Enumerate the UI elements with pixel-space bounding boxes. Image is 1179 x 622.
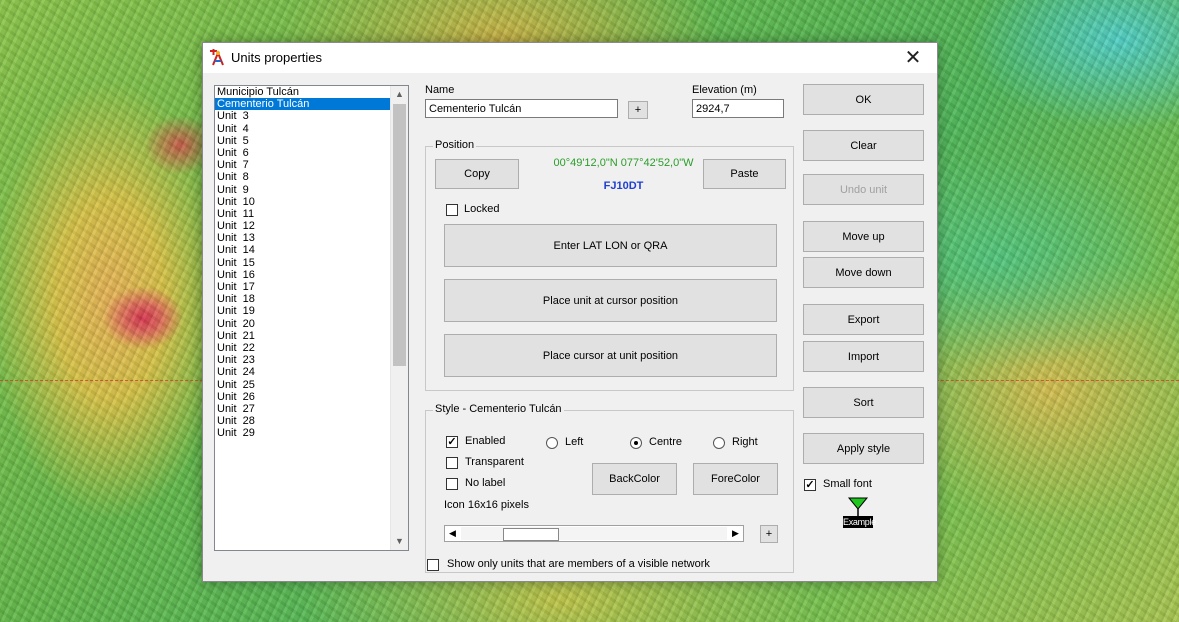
list-item[interactable]: Unit 15	[215, 257, 390, 269]
locked-label: Locked	[464, 203, 500, 215]
list-item[interactable]: Unit 26	[215, 391, 390, 403]
align-centre-radio[interactable]	[630, 437, 642, 449]
scroll-thumb[interactable]	[393, 104, 406, 366]
scroll-down-icon[interactable]: ▼	[391, 533, 408, 550]
list-item[interactable]: Unit 28	[215, 415, 390, 427]
move-down-button[interactable]: Move down	[803, 257, 924, 288]
align-left-radio[interactable]	[546, 437, 558, 449]
list-item[interactable]: Municipio Tulcán	[215, 86, 390, 98]
backcolor-button[interactable]: BackColor	[592, 463, 677, 495]
list-item[interactable]: Unit 16	[215, 269, 390, 281]
transparent-label: Transparent	[465, 456, 524, 468]
small-font-label: Small font	[823, 478, 872, 490]
list-item[interactable]: Unit 14	[215, 244, 390, 256]
unit-list-items: Municipio Tulcán Cementerio Tulcán Unit 3U…	[215, 86, 390, 439]
example-preview: Example	[843, 497, 876, 529]
list-item[interactable]: Unit 20	[215, 318, 390, 330]
list-item[interactable]: Unit 21	[215, 330, 390, 342]
list-item[interactable]: Unit 27	[215, 403, 390, 415]
slider-track[interactable]	[461, 527, 727, 541]
copy-button[interactable]: Copy	[435, 159, 519, 189]
list-item[interactable]: Unit 22	[215, 342, 390, 354]
list-item[interactable]: Unit 12	[215, 220, 390, 232]
undo-unit-button[interactable]: Undo unit	[803, 174, 924, 205]
list-item[interactable]: Unit 17	[215, 281, 390, 293]
enabled-checkbox[interactable]: ✓	[446, 436, 458, 448]
list-item[interactable]: Unit 6	[215, 147, 390, 159]
position-group-title: Position	[433, 139, 477, 151]
icon-size-plus-button[interactable]: +	[760, 525, 778, 543]
qra-locator-text: FJ10DT	[603, 180, 644, 192]
list-item[interactable]: Unit 3	[215, 110, 390, 122]
ok-button[interactable]: OK	[803, 84, 924, 115]
list-item[interactable]: Cementerio Tulcán	[215, 98, 390, 111]
paste-button[interactable]: Paste	[703, 159, 786, 189]
list-item[interactable]: Unit 8	[215, 171, 390, 183]
forecolor-button[interactable]: ForeColor	[693, 463, 778, 495]
style-group-title: Style - Cementerio Tulcán	[433, 403, 564, 415]
slider-right-icon[interactable]: ▶	[728, 526, 743, 541]
unit-list[interactable]: Municipio Tulcán Cementerio Tulcán Unit 3U…	[214, 85, 409, 551]
align-centre-label: Centre	[649, 436, 683, 448]
scroll-up-icon[interactable]: ▲	[391, 86, 408, 103]
list-item[interactable]: Unit 23	[215, 354, 390, 366]
example-label: Example	[843, 517, 876, 527]
list-item[interactable]: Unit 4	[215, 123, 390, 135]
window-title: Units properties	[231, 50, 323, 65]
close-button[interactable]: ✕	[893, 45, 933, 71]
move-up-button[interactable]: Move up	[803, 221, 924, 252]
name-field[interactable]	[425, 99, 618, 118]
export-button[interactable]: Export	[803, 304, 924, 335]
units-properties-dialog: Units properties ✕ Municipio Tulcán Cemen…	[202, 42, 938, 582]
elevation-field[interactable]	[692, 99, 784, 118]
import-button[interactable]: Import	[803, 341, 924, 372]
enter-latlon-button[interactable]: Enter LAT LON or QRA	[444, 224, 777, 267]
place-unit-button[interactable]: Place unit at cursor position	[444, 279, 777, 322]
coordinates-text: 00°49'12,0"N 077°42'52,0"W	[553, 157, 694, 169]
icon-size-slider[interactable]: ◀ ▶	[444, 525, 744, 542]
dialog-body: Municipio Tulcán Cementerio Tulcán Unit 3U…	[203, 73, 937, 581]
list-item[interactable]: Unit 11	[215, 208, 390, 220]
title-bar[interactable]: Units properties ✕	[203, 43, 937, 73]
slider-thumb[interactable]	[503, 528, 559, 541]
clear-button[interactable]: Clear	[803, 130, 924, 161]
icon-size-label: Icon 16x16 pixels	[444, 499, 529, 511]
apply-style-button[interactable]: Apply style	[803, 433, 924, 464]
list-item[interactable]: Unit 7	[215, 159, 390, 171]
list-item[interactable]: Unit 25	[215, 379, 390, 391]
unit-tool-icon	[210, 49, 224, 66]
list-item[interactable]: Unit 9	[215, 184, 390, 196]
list-item[interactable]: Unit 5	[215, 135, 390, 147]
list-item[interactable]: Unit 18	[215, 293, 390, 305]
show-only-network-label: Show only units that are members of a vi…	[447, 558, 710, 570]
sort-button[interactable]: Sort	[803, 387, 924, 418]
list-item[interactable]: Unit 10	[215, 196, 390, 208]
list-item[interactable]: Unit 13	[215, 232, 390, 244]
list-scrollbar[interactable]: ▲ ▼	[390, 86, 408, 550]
no-label-label: No label	[465, 477, 506, 489]
enabled-label: Enabled	[465, 435, 506, 447]
name-label: Name	[425, 84, 455, 96]
list-item[interactable]: Unit 29	[215, 427, 390, 439]
elevation-label: Elevation (m)	[692, 84, 757, 96]
align-right-radio[interactable]	[713, 437, 725, 449]
no-label-checkbox[interactable]	[446, 478, 458, 490]
style-group: Style - Cementerio Tulcán ✓ Enabled Left…	[425, 403, 794, 573]
transparent-checkbox[interactable]	[446, 457, 458, 469]
locked-checkbox[interactable]	[446, 204, 458, 216]
small-font-checkbox[interactable]: ✓	[804, 479, 816, 491]
name-plus-button[interactable]: +	[628, 101, 648, 119]
position-group: Position Copy 00°49'12,0"N 077°42'52,0"W…	[425, 139, 794, 391]
list-item[interactable]: Unit 24	[215, 366, 390, 378]
place-cursor-button[interactable]: Place cursor at unit position	[444, 334, 777, 377]
show-only-network-checkbox[interactable]	[427, 559, 439, 571]
align-left-label: Left	[565, 436, 584, 448]
align-right-label: Right	[732, 436, 758, 448]
slider-left-icon[interactable]: ◀	[445, 526, 460, 541]
list-item[interactable]: Unit 19	[215, 305, 390, 317]
